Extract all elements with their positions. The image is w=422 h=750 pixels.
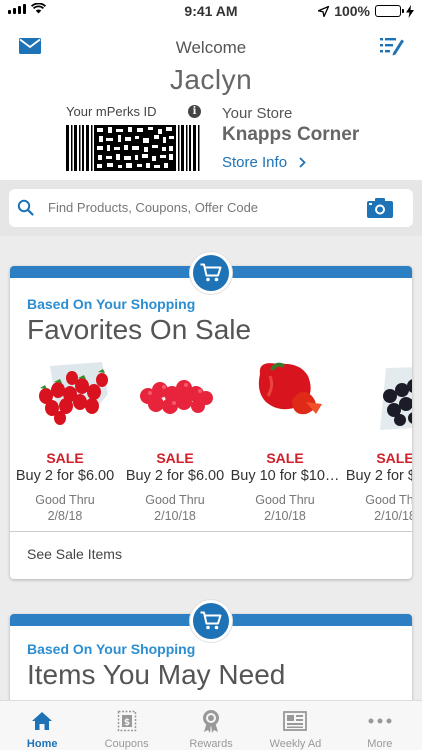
deal-text: Buy 2 for $6.00 bbox=[345, 468, 412, 484]
tab-home[interactable]: Home bbox=[0, 701, 84, 750]
sale-label: SALE bbox=[46, 450, 84, 466]
tab-label: Coupons bbox=[104, 738, 149, 750]
good-thru-label: Good Thru bbox=[35, 493, 95, 507]
product-tile[interactable]: SALE Buy 2 for $6.00 Good Thru 2/10/18 bbox=[340, 356, 412, 523]
good-thru-label: Good Thru bbox=[255, 493, 315, 507]
tab-coupons[interactable]: $ Coupons bbox=[84, 701, 168, 750]
battery-icon bbox=[375, 5, 404, 17]
header: Welcome Jaclyn Your mPerks ID i Your Sto… bbox=[0, 22, 422, 180]
camera-icon[interactable] bbox=[367, 198, 393, 218]
card-title: Items You May Need bbox=[27, 659, 286, 690]
coupon-icon: $ bbox=[117, 710, 136, 732]
search-icon bbox=[17, 199, 34, 216]
good-thru-label: Good Thru bbox=[145, 493, 205, 507]
store-info-link[interactable]: Store Info bbox=[222, 154, 306, 171]
shopping-list-edit-icon[interactable] bbox=[380, 36, 404, 56]
strawberries-image bbox=[10, 356, 120, 436]
raspberries-image bbox=[120, 356, 230, 436]
good-thru-date: 2/8/18 bbox=[47, 509, 83, 523]
favorites-on-sale-card: Based On Your Shopping Favorites On Sale bbox=[10, 266, 412, 579]
store-label: Your Store bbox=[222, 105, 293, 122]
deal-text: Buy 2 for $6.00 bbox=[15, 468, 115, 484]
card-subtitle: Based On Your Shopping bbox=[27, 296, 196, 312]
store-info-label: Store Info bbox=[222, 154, 288, 171]
tab-label: Weekly Ad bbox=[269, 738, 322, 750]
mperks-barcode bbox=[66, 125, 202, 171]
see-sale-items-link[interactable]: See Sale Items bbox=[27, 546, 122, 562]
tab-label: Home bbox=[26, 738, 58, 750]
card-title: Favorites On Sale bbox=[27, 314, 252, 345]
product-carousel[interactable]: SALE Buy 2 for $6.00 Good Thru 2/8/18 SA… bbox=[10, 356, 412, 524]
search-placeholder: Find Products, Coupons, Offer Code bbox=[48, 200, 259, 215]
good-thru-date: 2/10/18 bbox=[374, 509, 412, 523]
card-subtitle: Based On Your Shopping bbox=[27, 641, 196, 657]
more-icon bbox=[368, 718, 392, 724]
product-tile[interactable]: SALE Buy 2 for $6.00 Good Thru 2/8/18 bbox=[10, 356, 120, 523]
sale-label: SALE bbox=[156, 450, 194, 466]
charging-bolt-icon bbox=[406, 4, 414, 18]
product-tile[interactable]: SALE Buy 2 for $6.00 Good Thru 2/10/18 bbox=[120, 356, 230, 523]
user-name: Jaclyn bbox=[169, 64, 253, 95]
tab-bar: Home $ Coupons Rewards Weekly Ad More bbox=[0, 700, 422, 750]
deal-text: Buy 2 for $6.00 bbox=[125, 468, 225, 484]
mperks-id-label: Your mPerks ID bbox=[66, 104, 157, 119]
cart-badge-icon bbox=[190, 600, 232, 642]
search-bar-container: Find Products, Coupons, Offer Code bbox=[0, 180, 422, 236]
blackberries-image bbox=[340, 356, 412, 436]
rewards-icon bbox=[203, 710, 220, 733]
home-icon bbox=[32, 712, 53, 730]
tab-rewards[interactable]: Rewards bbox=[169, 701, 253, 750]
tab-more[interactable]: More bbox=[338, 701, 422, 750]
svg-text:$: $ bbox=[123, 718, 129, 728]
search-input[interactable]: Find Products, Coupons, Offer Code bbox=[9, 189, 413, 227]
cart-badge-icon bbox=[190, 252, 232, 294]
info-icon[interactable]: i bbox=[188, 105, 201, 118]
card-divider bbox=[10, 531, 412, 532]
weekly-ad-icon bbox=[283, 711, 308, 731]
good-thru-label: Good Thru bbox=[365, 493, 412, 507]
battery-percent: 100% bbox=[334, 3, 370, 19]
location-arrow-icon bbox=[318, 5, 330, 17]
red-peppers-image bbox=[230, 356, 340, 436]
product-tile[interactable]: SALE Buy 10 for $10… Good Thru 2/10/18 bbox=[230, 356, 340, 523]
status-bar: 9:41 AM 100% bbox=[0, 0, 422, 22]
chevron-right-icon bbox=[299, 157, 306, 168]
tab-label: More bbox=[367, 738, 393, 750]
good-thru-date: 2/10/18 bbox=[264, 509, 306, 523]
deal-text: Buy 10 for $10… bbox=[230, 468, 340, 484]
good-thru-date: 2/10/18 bbox=[154, 509, 196, 523]
welcome-text: Welcome bbox=[175, 38, 247, 57]
sale-label: SALE bbox=[376, 450, 412, 466]
store-name: Knapps Corner bbox=[222, 124, 360, 145]
tab-label: Rewards bbox=[189, 738, 233, 750]
sale-label: SALE bbox=[266, 450, 304, 466]
tab-weekly-ad[interactable]: Weekly Ad bbox=[253, 701, 337, 750]
